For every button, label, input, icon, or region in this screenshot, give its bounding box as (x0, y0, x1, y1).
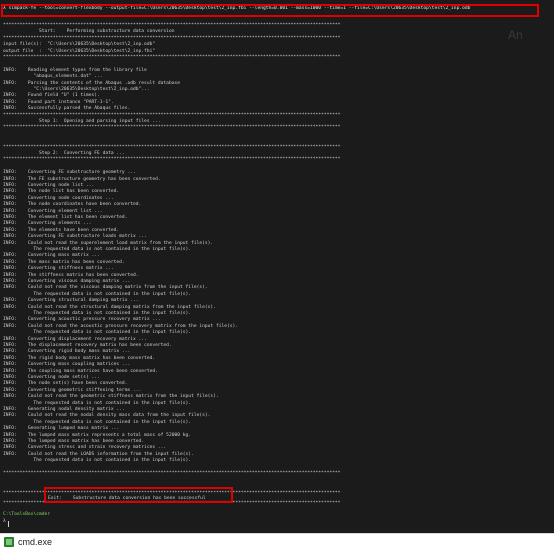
console-line: ****************************************… (3, 125, 341, 131)
console-line: ****************************************… (3, 35, 341, 41)
taskbar-app-label[interactable]: cmd.exe (18, 536, 52, 548)
console-line: INFO: Could not read the geometric stiff… (3, 394, 219, 400)
console-line: INFO: Generating nodal density matrix ..… (3, 407, 125, 412)
console-line: The requested data is not contained in t… (3, 291, 192, 297)
exit-highlight-box (44, 487, 233, 503)
console-line: INFO: Converting geometric stiffening te… (3, 387, 142, 393)
console-line: INFO: The lumped mass matrix has been co… (3, 439, 145, 444)
background-title-text: An (508, 28, 523, 42)
console-line: INFO: Converting stress and strain recov… (3, 445, 167, 451)
console-line: INFO: Converting mass coupling matrices … (3, 362, 131, 368)
console-line: INFO: The displacement recovery matrix h… (3, 343, 172, 348)
console-line: The requested data is not contained in t… (3, 400, 192, 406)
console-line: INFO: The rigid body mass matrix has bee… (3, 355, 156, 361)
console-line: INFO: The mass matrix has been converted… (3, 259, 125, 265)
console-line: Start: Performing substructure data conv… (3, 29, 175, 35)
text-cursor[interactable] (8, 521, 9, 527)
console-line: INFO: Found part instance "PART-1-1". (3, 99, 114, 105)
console-line: INFO: Converting FE substructure loads m… (3, 234, 147, 240)
console-line: INFO: Converting mass matrix ... (3, 253, 100, 259)
console-line: INFO: The coupling mass matrices have be… (3, 368, 158, 374)
console-line: INFO: Converting acoustic pressure recov… (3, 317, 161, 323)
console-line: "abaqus_elements.dat" ... (3, 74, 103, 80)
console-line: INFO: Converting node set(s) ... (3, 375, 100, 380)
console-line: INFO: The node set(s) have been converte… (3, 381, 128, 387)
prompt-symbol: λ (3, 519, 6, 524)
console-line: INFO: Converting viscous damping matrix … (3, 279, 131, 284)
console-line: ****************************************… (3, 112, 341, 118)
console-line: INFO: The lumped mass matrix represents … (3, 432, 192, 438)
console-line: INFO: Could not read the structural damp… (3, 304, 216, 310)
console-line: ****************************************… (3, 471, 341, 476)
console-line: INFO: The node coordinates have been con… (3, 202, 142, 208)
console-line: INFO: The node list has been converted. (3, 189, 120, 195)
console-line: Step 2: Converting FE data ... (3, 151, 125, 156)
console-line: INFO: Converting elements ... (3, 221, 92, 227)
console-line: INFO: Could not read the superelement lo… (3, 240, 214, 246)
console-line: INFO: Converting element list ... (3, 208, 103, 214)
console-line: INFO: Generating lumped mass matrix ... (3, 426, 120, 432)
console-line: The requested data is not contained in t… (3, 311, 192, 316)
console-line: INFO: Converting rigid body mass matrix … (3, 349, 131, 355)
taskbar: cmd.exe (0, 533, 554, 550)
console-line: INFO: Converting node list ... (3, 183, 95, 188)
console-line: INFO: Could not read the acoustic pressu… (3, 323, 239, 329)
console-line: INFO: The elements have been converted. (3, 227, 120, 233)
console-line: output file : "C:\Users\20635\Desktop\te… (3, 48, 156, 54)
console-line: INFO: Successfully parsed the Abaqus fil… (3, 106, 131, 112)
command-highlight-box (1, 4, 539, 17)
console-line: INFO: Converting structural damping matr… (3, 298, 139, 304)
console-line: INFO: Could not read the nodal density m… (3, 413, 211, 419)
console-line: The requested data is not contained in t… (3, 458, 192, 464)
console-line: INFO: The element list has been converte… (3, 215, 128, 220)
console-line: INFO: Converting node coordinates ... (3, 195, 114, 201)
console-line: ****************************************… (3, 55, 341, 60)
console-line: INFO: Converting stiffness matrix ... (3, 266, 114, 272)
console-line: The requested data is not contained in t… (3, 247, 192, 252)
console-line: INFO: Found field "U" (1 times). (3, 93, 100, 99)
cmd-icon[interactable] (4, 537, 14, 547)
prompt-path: C:\ToolsBox\cmder (3, 512, 51, 517)
console-line: INFO: Reading element types from the lib… (3, 67, 147, 73)
console-line: INFO: Parsing the contents of the Abaqus… (3, 80, 181, 86)
console-line: "C:\Users\20635\Desktop\test\2_inp.odb".… (3, 87, 150, 92)
console-line: ****************************************… (3, 144, 341, 150)
console-line: The requested data is not contained in t… (3, 330, 192, 336)
console-line: ****************************************… (3, 157, 341, 163)
console-line: INFO: The FE substructure geometry has b… (3, 176, 161, 182)
console-line: input file(s): "C:\Users\20635\Desktop\t… (3, 42, 156, 48)
console-line: INFO: The stiffness matrix has been conv… (3, 272, 139, 278)
console-line: INFO: Converting FE substructure geometr… (3, 170, 136, 176)
console-line: INFO: Converting displacement recovery m… (3, 336, 147, 342)
console-line: The requested data is not contained in t… (3, 419, 192, 425)
console-line: INFO: Could not read the viscous damping… (3, 285, 208, 291)
console-line: Step 1: Opening and parsing input files … (3, 119, 161, 124)
console-line: INFO: Could not read the LOADS informati… (3, 451, 194, 457)
console-line: ****************************************… (3, 23, 341, 28)
console-window[interactable]: λ simpack-fe --tool=convert-flexbody --o… (0, 0, 554, 533)
